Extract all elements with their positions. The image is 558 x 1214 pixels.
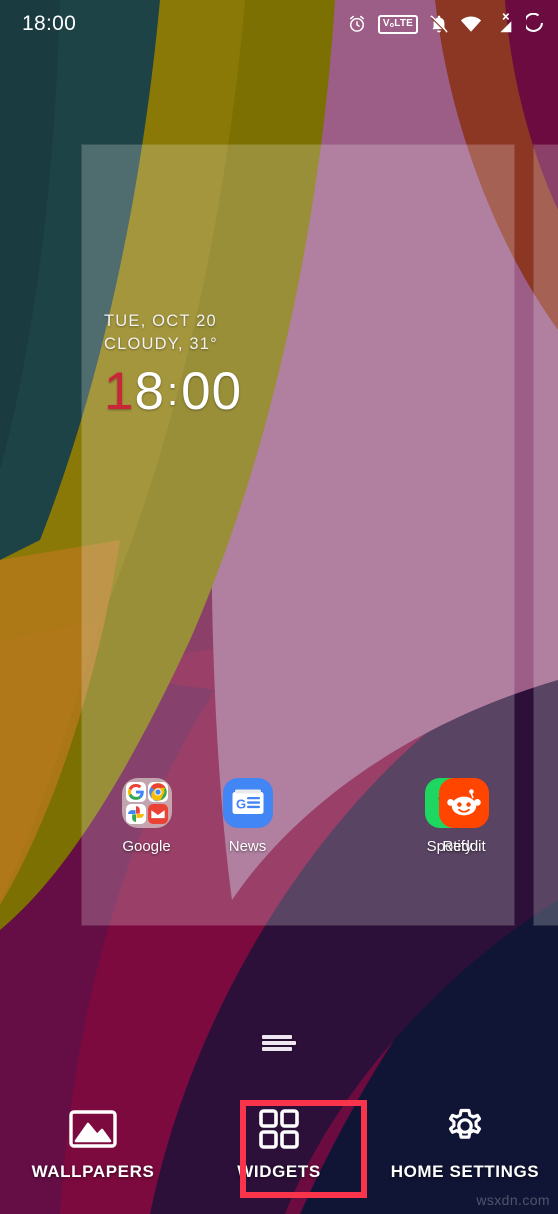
google-folder-icon[interactable] — [121, 778, 172, 828]
hamburger-line-1 — [262, 1035, 292, 1039]
gear-icon — [440, 1104, 490, 1154]
home-screen-page-preview[interactable]: TUE, OCT 20 CLOUDY, 31° 1 8:00 Google G … — [82, 145, 514, 925]
app-slot-empty — [298, 778, 399, 888]
wallpapers-label: WALLPAPERS — [31, 1162, 155, 1181]
status-bar-icons: VoLTE — [347, 13, 544, 35]
app-item-google[interactable]: Google — [96, 778, 197, 888]
clock-weather-widget[interactable]: TUE, OCT 20 CLOUDY, 31° 1 8:00 — [104, 310, 242, 418]
status-bar: 18:00 VoLTE — [0, 0, 558, 48]
app-item-news[interactable]: G News — [197, 778, 298, 888]
reddit-icon[interactable] — [439, 778, 489, 828]
svg-text:G: G — [236, 797, 246, 812]
hamburger-line-2 — [262, 1041, 296, 1045]
google-photos-mini-icon — [125, 804, 146, 824]
widget-time-hour-rest: 8 — [134, 361, 165, 421]
alarm-icon — [347, 14, 367, 34]
watermark: wsxdn.com — [476, 1192, 550, 1208]
gmail-mini-icon — [147, 804, 168, 824]
app-label-news: News — [228, 838, 267, 855]
wallpapers-button[interactable]: WALLPAPERS — [0, 1090, 186, 1182]
app-label-google: Google — [122, 838, 171, 855]
widget-time-colon: : — [166, 369, 180, 414]
page-indicator-menu-icon[interactable] — [0, 1026, 558, 1060]
widget-time: 1 8:00 — [104, 365, 242, 418]
home-screen-page-preview-next[interactable] — [534, 145, 558, 925]
status-bar-clock: 18:00 — [22, 12, 77, 35]
widgets-grid-icon — [255, 1104, 303, 1154]
image-icon — [67, 1104, 119, 1154]
home-settings-label: HOME SETTINGS — [390, 1162, 540, 1181]
widget-time-minutes: 00 — [181, 361, 243, 421]
google-search-mini-icon — [125, 782, 146, 802]
widget-weather: CLOUDY, 31° — [104, 335, 218, 354]
wifi-icon — [460, 15, 482, 33]
widgets-label: WIDGETS — [237, 1162, 321, 1181]
notifications-silenced-icon — [429, 14, 449, 34]
app-label-reddit: Reddit — [442, 838, 486, 855]
chrome-mini-icon — [147, 782, 168, 802]
battery-icon — [526, 13, 544, 35]
app-item-reddit[interactable]: Reddit — [414, 778, 514, 855]
home-settings-button[interactable]: HOME SETTINGS — [372, 1090, 558, 1182]
google-news-icon[interactable]: G — [222, 778, 273, 828]
widgets-button[interactable]: WIDGETS — [186, 1090, 372, 1182]
hamburger-line-3 — [262, 1047, 292, 1051]
volte-icon: VoLTE — [377, 14, 418, 34]
widget-date: TUE, OCT 20 — [104, 312, 217, 330]
widget-time-hour-first: 1 — [104, 361, 135, 421]
mobile-signal-off-icon — [493, 13, 515, 35]
home-options-bar: WALLPAPERS WIDGETS HOME SETTINGS — [0, 1090, 558, 1202]
